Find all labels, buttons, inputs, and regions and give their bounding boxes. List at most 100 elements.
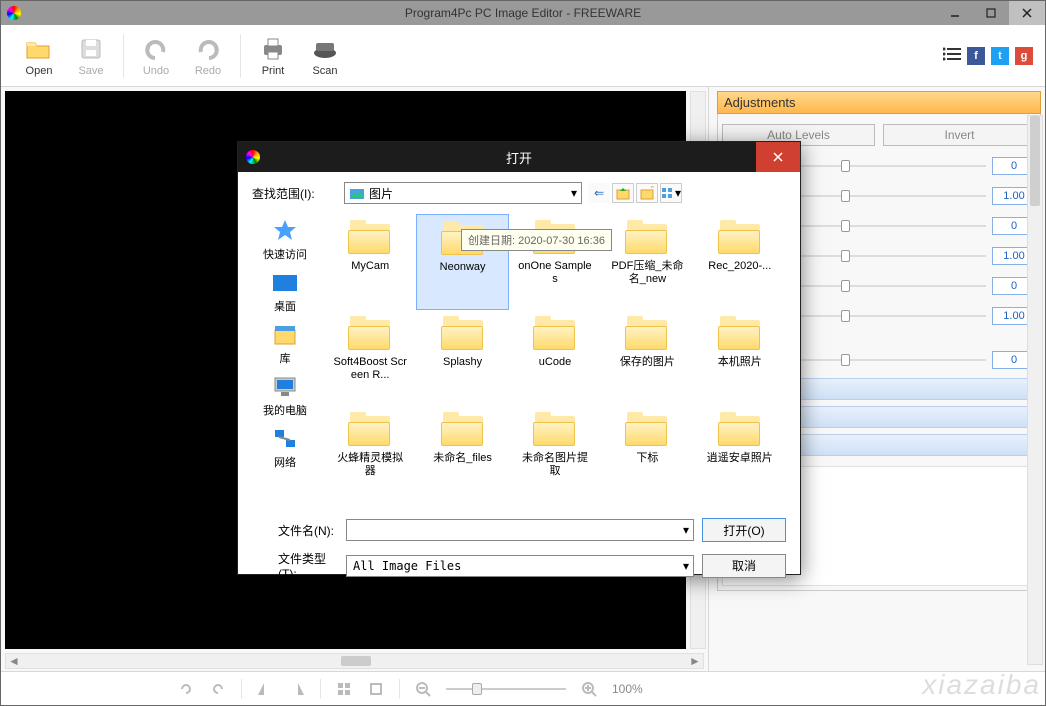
dialog-app-icon	[246, 150, 260, 164]
dialog-titlebar[interactable]: 打开	[238, 142, 800, 172]
back-button[interactable]: ⇐	[588, 183, 610, 203]
up-button[interactable]	[612, 183, 634, 203]
adjustments-header[interactable]: Adjustments	[717, 91, 1041, 114]
look-in-label: 查找范围(I):	[252, 185, 338, 202]
file-name: uCode	[539, 356, 571, 369]
toolbar-separator	[240, 34, 241, 78]
file-item[interactable]: 下标	[601, 406, 693, 502]
canvas-horizontal-scrollbar[interactable]: ◄ ►	[5, 653, 704, 669]
folder-icon	[439, 412, 487, 450]
sidebar-computer[interactable]: 我的电脑	[252, 370, 318, 422]
filetype-combo[interactable]: All Image Files▾	[346, 555, 694, 577]
maximize-button[interactable]	[973, 1, 1009, 25]
sidebar-libraries[interactable]: 库	[252, 318, 318, 370]
zoom-slider[interactable]	[446, 688, 566, 690]
save-tool[interactable]: Save	[65, 35, 117, 77]
status-bar: 100%	[1, 671, 1045, 705]
file-name: Rec_2020-...	[708, 260, 771, 273]
zoom-in-icon[interactable]	[580, 680, 598, 698]
googleplus-icon[interactable]: g	[1015, 47, 1033, 65]
filetype-label: 文件类型(T):	[252, 550, 338, 581]
file-item[interactable]: Soft4Boost Screen R...	[324, 310, 416, 406]
file-name: onOne Samples	[517, 260, 593, 286]
rotate-right-icon[interactable]	[209, 680, 227, 698]
file-name: 下标	[636, 452, 658, 465]
zoom-value: 100%	[612, 682, 643, 696]
file-name: Neonway	[440, 261, 486, 274]
undo-tool[interactable]: Undo	[130, 35, 182, 77]
sidebar-desktop[interactable]: 桌面	[252, 266, 318, 318]
sidebar-network[interactable]: 网络	[252, 422, 318, 474]
redo-label: Redo	[195, 65, 221, 77]
look-in-combo[interactable]: 图片 ▾	[344, 182, 582, 204]
panel-scrollbar[interactable]	[1027, 115, 1043, 665]
folder-icon	[531, 412, 579, 450]
filename-input[interactable]: ▾	[346, 519, 694, 541]
print-label: Print	[262, 65, 285, 77]
folder-icon	[716, 316, 764, 354]
redo-tool[interactable]: Redo	[182, 35, 234, 77]
app-icon	[7, 6, 21, 20]
folder-icon	[439, 316, 487, 354]
view-menu-button[interactable]: ▾	[660, 183, 682, 203]
file-item[interactable]: 未命名图片提取	[509, 406, 601, 502]
scan-label: Scan	[312, 65, 337, 77]
actual-icon[interactable]	[367, 680, 385, 698]
flip-v-icon[interactable]	[288, 680, 306, 698]
look-in-value: 图片	[369, 185, 393, 202]
dialog-open-button[interactable]: 打开(O)	[702, 518, 786, 542]
undo-icon	[142, 35, 170, 63]
save-label: Save	[78, 65, 103, 77]
dialog-close-button[interactable]	[756, 142, 800, 172]
svg-text:*: *	[650, 186, 655, 195]
dialog-sidebar: 快速访问 桌面 库 我的电脑 网络	[252, 214, 318, 510]
fit-icon[interactable]	[335, 680, 353, 698]
scroll-left-icon[interactable]: ◄	[6, 654, 22, 668]
folder-icon	[623, 316, 671, 354]
minimize-button[interactable]	[937, 1, 973, 25]
file-name: Splashy	[443, 356, 482, 369]
file-item[interactable]: 保存的图片	[601, 310, 693, 406]
file-item[interactable]: uCode	[509, 310, 601, 406]
file-item[interactable]: 未命名_files	[416, 406, 508, 502]
file-item[interactable]: MyCam	[324, 214, 416, 310]
rotate-left-icon[interactable]	[177, 680, 195, 698]
invert-button[interactable]: Invert	[883, 124, 1036, 146]
open-label: Open	[26, 65, 53, 77]
new-folder-button[interactable]: *	[636, 183, 658, 203]
file-name: Soft4Boost Screen R...	[332, 356, 408, 382]
folder-icon	[346, 316, 394, 354]
file-item[interactable]: Splashy	[416, 310, 508, 406]
chevron-down-icon: ▾	[571, 186, 577, 200]
flip-h-icon[interactable]	[256, 680, 274, 698]
titlebar: Program4Pc PC Image Editor - FREEWARE	[1, 1, 1045, 25]
scan-icon	[311, 35, 339, 63]
twitter-icon[interactable]: t	[991, 47, 1009, 65]
folder-icon	[623, 220, 671, 258]
close-button[interactable]	[1009, 1, 1045, 25]
file-item[interactable]: PDF压缩_未命名_new	[601, 214, 693, 310]
computer-icon	[270, 374, 300, 400]
toolbar-separator	[123, 34, 124, 78]
zoom-out-icon[interactable]	[414, 680, 432, 698]
folder-icon	[716, 412, 764, 450]
open-tool[interactable]: Open	[13, 35, 65, 77]
scan-tool[interactable]: Scan	[299, 35, 351, 77]
file-item[interactable]: 逍遥安卓照片	[694, 406, 786, 502]
sidebar-quick-access[interactable]: 快速访问	[252, 214, 318, 266]
folder-tooltip: 创建日期: 2020-07-30 16:36	[461, 229, 612, 251]
file-list[interactable]: MyCam Neonway onOne Samples PDF压缩_未命名_ne…	[324, 214, 786, 510]
print-tool[interactable]: Print	[247, 35, 299, 77]
list-icon[interactable]	[943, 47, 961, 64]
folder-icon	[716, 220, 764, 258]
scroll-right-icon[interactable]: ►	[687, 654, 703, 668]
facebook-icon[interactable]: f	[967, 47, 985, 65]
file-item[interactable]: 火蜂精灵模拟器	[324, 406, 416, 502]
file-item[interactable]: 本机照片	[694, 310, 786, 406]
library-icon	[270, 322, 300, 348]
redo-icon	[194, 35, 222, 63]
file-item[interactable]: Rec_2020-...	[694, 214, 786, 310]
file-name: PDF压缩_未命名_new	[609, 260, 685, 286]
dialog-cancel-button[interactable]: 取消	[702, 554, 786, 578]
scroll-thumb[interactable]	[341, 656, 371, 666]
